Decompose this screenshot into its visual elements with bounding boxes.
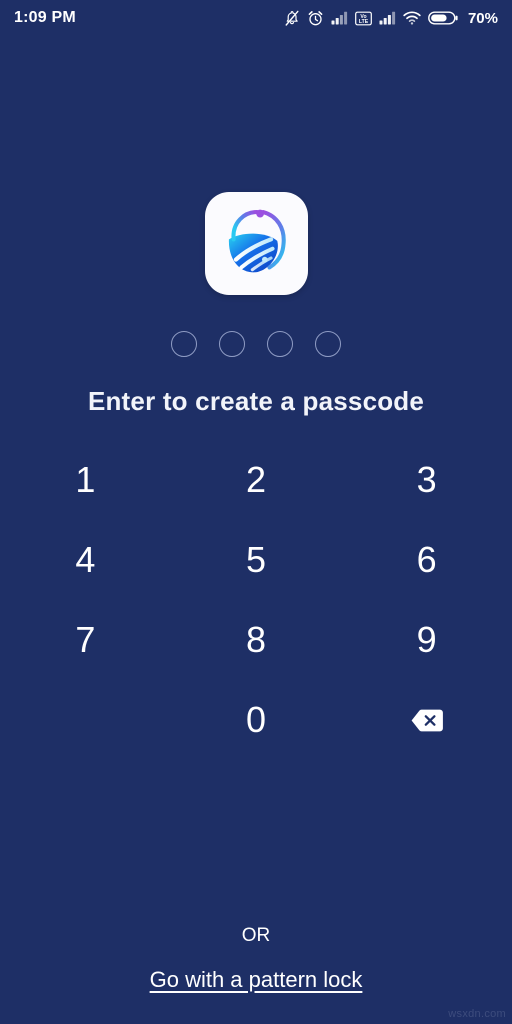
key-7[interactable]: 7 — [0, 600, 171, 680]
passcode-dot-3 — [267, 331, 293, 357]
key-backspace[interactable] — [341, 680, 512, 760]
passcode-dot-2 — [219, 331, 245, 357]
wifi-icon — [403, 11, 421, 25]
notifications-off-icon — [284, 10, 300, 27]
signal-bars-sim2-icon — [379, 11, 396, 25]
passcode-dot-1 — [171, 331, 197, 357]
alarm-icon — [307, 10, 324, 27]
status-bar-icons: Vo LTE 70% — [284, 10, 498, 27]
passcode-dot-4 — [315, 331, 341, 357]
signal-bars-sim1-icon — [331, 11, 348, 25]
key-5[interactable]: 5 — [171, 520, 342, 600]
passcode-dots — [0, 331, 512, 357]
key-6[interactable]: 6 — [341, 520, 512, 600]
key-0[interactable]: 0 — [171, 680, 342, 760]
key-9[interactable]: 9 — [341, 600, 512, 680]
app-logo-shield-icon — [218, 205, 296, 283]
watermark: wsxdn.com — [448, 1008, 506, 1020]
svg-text:LTE: LTE — [359, 19, 369, 25]
key-8[interactable]: 8 — [171, 600, 342, 680]
key-blank — [0, 680, 171, 760]
key-2[interactable]: 2 — [171, 440, 342, 520]
app-logo-tile — [205, 192, 308, 295]
passcode-title: Enter to create a passcode — [87, 386, 425, 416]
status-bar-time: 1:09 PM — [14, 9, 76, 26]
volte-icon: Vo LTE — [355, 11, 372, 26]
status-bar: 1:09 PM Vo LTE 70% — [0, 0, 512, 36]
passcode-keypad: 1 2 3 4 5 6 7 8 9 0 — [0, 440, 512, 760]
key-4[interactable]: 4 — [0, 520, 171, 600]
key-3[interactable]: 3 — [341, 440, 512, 520]
backspace-icon — [410, 708, 444, 733]
battery-percent-label: 70% — [467, 9, 498, 27]
battery-icon — [428, 10, 458, 26]
or-divider-label: OR — [241, 925, 271, 946]
pattern-lock-link[interactable]: Go with a pattern lock — [0, 967, 512, 993]
key-1[interactable]: 1 — [0, 440, 171, 520]
